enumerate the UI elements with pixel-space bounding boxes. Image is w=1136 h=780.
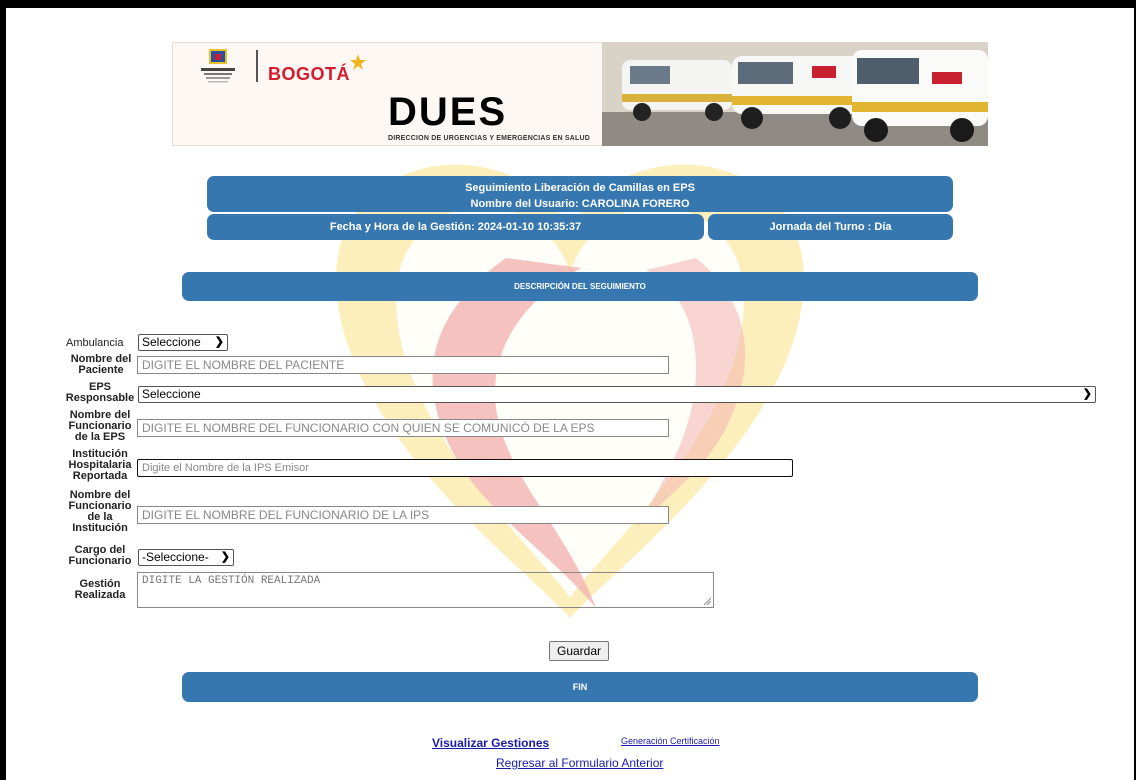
funcionario-eps-label: Nombre del Funcionario de la EPS	[64, 410, 136, 443]
section-header: DESCRIPCIÓN DEL SEGUIMIENTO	[182, 272, 978, 301]
alcaldia-seal-icon	[201, 49, 235, 83]
user-name: Nombre del Usuario: CAROLINA FORERO	[470, 198, 690, 210]
bogota-star-icon	[350, 54, 366, 70]
chevron-down-icon: ❯	[1082, 388, 1092, 400]
section-title: DESCRIPCIÓN DEL SEGUIMIENTO	[514, 282, 646, 291]
paciente-input[interactable]: DIGITE EL NOMBRE DEL PACIENTE	[137, 356, 669, 374]
cargo-label: Cargo del Funcionario	[64, 545, 136, 567]
footer-bar: FIN	[182, 672, 978, 702]
institucion-label: Institución Hospitalaria Reportada	[64, 449, 136, 482]
bogota-logo: BOGOTÁ	[268, 64, 350, 84]
save-button[interactable]: Guardar	[549, 641, 609, 661]
dues-subtitle: DIRECCION DE URGENCIAS Y EMERGENCIAS EN …	[388, 135, 591, 142]
dues-title: DUES	[388, 90, 508, 134]
shift-bar: Jornada del Turno : Día	[708, 214, 953, 240]
eps-select-value: Seleccione	[142, 387, 201, 401]
ambulancia-select[interactable]: Seleccione ❯	[138, 334, 228, 351]
eps-label: EPS Responsable	[64, 382, 136, 404]
funcionario-ips-label: Nombre del Funcionario de la Institución	[64, 490, 136, 534]
funcionario-ips-label-line: Institución	[72, 522, 128, 534]
form-header: Seguimiento Liberación de Camillas en EP…	[207, 176, 953, 212]
cargo-select-value: -Seleccione-	[142, 550, 209, 564]
paciente-label-line: Paciente	[78, 364, 124, 376]
cargo-label-line: Funcionario	[68, 555, 132, 567]
institucion-input[interactable]: Digite el Nombre de la IPS Emisor	[137, 459, 793, 477]
banner-divider	[256, 50, 258, 82]
page: BOGOTÁ DUES DIRECCION DE URGENCIAS Y EME…	[6, 8, 1134, 780]
cargo-select[interactable]: -Seleccione- ❯	[138, 549, 234, 566]
gestion-label-line: Realizada	[74, 589, 126, 601]
ambulancia-select-value: Seleccione	[142, 335, 201, 349]
funcionario-ips-input[interactable]: DIGITE EL NOMBRE DEL FUNCIONARIO DE LA I…	[137, 506, 669, 524]
regresar-link[interactable]: Regresar al Formulario Anterior	[496, 756, 663, 770]
gestion-placeholder: DIGITE LA GESTIÓN REALIZADA	[142, 575, 321, 587]
dues-banner: BOGOTÁ DUES DIRECCION DE URGENCIAS Y EME…	[172, 42, 988, 146]
datetime-label: Fecha y Hora de la Gestión: 2024-01-10 1…	[329, 221, 582, 233]
visualizar-gestiones-link[interactable]: Visualizar Gestiones	[432, 736, 549, 750]
form-title: Seguimiento Liberación de Camillas en EP…	[465, 182, 695, 194]
ambulancia-label: Ambulancia	[66, 337, 124, 349]
datetime-bar: Fecha y Hora de la Gestión: 2024-01-10 1…	[207, 214, 704, 240]
funcionario-eps-input[interactable]: DIGITE EL NOMBRE DEL FUNCIONARIO CON QUI…	[137, 419, 669, 437]
paciente-label: Nombre del Paciente	[68, 354, 134, 376]
gestion-textarea[interactable]: DIGITE LA GESTIÓN REALIZADA	[137, 572, 714, 608]
generacion-certificacion-link[interactable]: Generación Certificación	[621, 736, 720, 746]
chevron-down-icon: ❯	[220, 551, 230, 563]
chevron-down-icon: ❯	[214, 336, 224, 348]
eps-label-line: Responsable	[65, 392, 135, 404]
institucion-label-line: Reportada	[72, 470, 128, 482]
funcionario-eps-label-line: de la EPS	[74, 431, 126, 443]
ambulances-photo	[602, 42, 988, 146]
resize-grip-icon[interactable]	[703, 597, 711, 605]
gestion-label: Gestión Realizada	[64, 579, 136, 601]
shift-label: Jornada del Turno : Día	[769, 221, 892, 233]
footer-title: FIN	[572, 682, 588, 692]
eps-select[interactable]: Seleccione ❯	[138, 386, 1096, 403]
